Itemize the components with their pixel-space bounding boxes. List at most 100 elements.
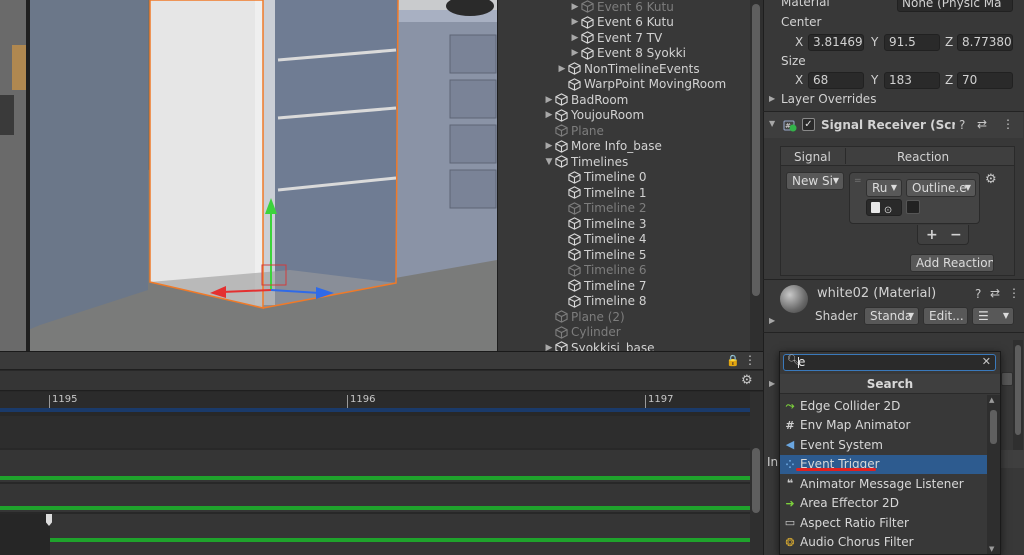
component-list-item-label: Edge Collider 2D [800,398,901,413]
remove-reaction-minus-button[interactable]: − [950,227,962,243]
help-icon[interactable]: ? [975,287,981,301]
hierarchy-item[interactable]: ▶ Event 8 Syokki [570,46,686,62]
collapsed-arrow-icon[interactable]: ▶ [570,48,580,58]
scroll-down-icon[interactable]: ▼ [989,545,994,553]
collapsed-arrow-icon[interactable]: ▶ [570,17,580,27]
component-list-item[interactable]: ❝ Animator Message Listener [780,474,987,494]
hierarchy-item[interactable]: ▶ Event 7 TV [570,30,663,46]
presets-icon[interactable]: ⇄ [990,286,1000,300]
popup-scroll-thumb[interactable] [990,410,997,444]
enabled-checkbox[interactable]: ✓ [802,118,815,131]
hierarchy-item[interactable]: ▼ Timelines [544,154,629,170]
runtime-dropdown[interactable]: Ru ▼ [866,179,902,197]
gear-icon[interactable]: ⚙ [741,373,753,388]
center-y-field[interactable]: 91.5 [884,34,940,51]
hierarchy-item[interactable]: ▶ BadRoom [544,92,629,108]
signal-dropdown[interactable]: New Si ▼ [786,172,844,190]
clear-search-icon[interactable]: ✕ [982,355,991,368]
size-y-field[interactable]: 183 [884,72,940,89]
foldout-down-icon[interactable]: ▼ [769,119,775,128]
foldout-icon[interactable]: ▶ [769,379,775,388]
hierarchy-item[interactable]: ▶Timeline 8 [557,294,646,310]
more-icon[interactable]: ⋮ [1008,286,1020,300]
edge-collider-icon: ⤳ [785,398,795,412]
hierarchy-item[interactable]: ▶ Event 6 Kutu [570,0,674,15]
component-search-input[interactable]: 🔍︎ e ✕ [783,354,996,371]
hierarchy-item[interactable]: ▶Plane [544,123,604,139]
scene-view[interactable] [0,0,497,351]
hierarchy-item[interactable]: ▶Timeline 1 [557,185,646,201]
expanded-arrow-icon[interactable]: ▼ [544,157,554,167]
presets-icon[interactable]: ⇄ [977,117,987,131]
help-icon[interactable]: ? [959,118,965,132]
hierarchy-item[interactable]: ▶ More Info_base [544,139,662,155]
inspector-background [1001,450,1024,468]
hierarchy-item[interactable]: ▶ NonTimelineEvents [557,61,700,77]
object-picker-icon[interactable]: ⊙ [884,205,892,215]
collapsed-arrow-icon[interactable]: ▶ [570,33,580,43]
track-row[interactable] [0,514,750,555]
component-list-item[interactable]: ⁘ Event Trigger [780,454,987,474]
partial-dropdown[interactable] [1001,372,1013,386]
function-dropdown[interactable]: Outline.e ▼ [906,179,976,197]
hierarchy-item-label: Timeline 1 [584,185,647,200]
add-reaction-plus-button[interactable]: + [926,227,938,243]
size-x-field[interactable]: 68 [808,72,864,89]
hierarchy-item[interactable]: ▶Timeline 6 [557,263,646,279]
material-field[interactable]: None (Physic Ma [897,0,1013,12]
component-list-item[interactable]: ◀ Event System [780,435,987,455]
collapsed-arrow-icon[interactable]: ▶ [570,2,580,12]
component-list-item[interactable]: ▭ Aspect Ratio Filter [780,513,987,533]
more-icon[interactable]: ⋮ [1002,117,1014,131]
gameobject-cube-icon [568,279,581,292]
track-row[interactable] [0,416,750,448]
hierarchy-item[interactable]: ▶Timeline 4 [557,232,646,248]
shader-options-dropdown[interactable]: ☰ ▼ [972,307,1014,325]
collapsed-arrow-icon[interactable]: ▶ [557,64,567,74]
collapsed-arrow-icon[interactable]: ▶ [544,95,554,105]
component-list-item[interactable]: ➜ Area Effector 2D [780,494,987,514]
shader-dropdown-value: Standa [870,309,913,323]
hierarchy-item[interactable]: ▶Timeline 0 [557,170,646,186]
argument-checkbox[interactable] [906,200,920,214]
hierarchy-item[interactable]: ▶Timeline 2 [557,201,646,217]
component-list-item[interactable]: # Env Map Animator [780,416,987,436]
center-z-field[interactable]: 8.773804 [957,34,1013,51]
hierarchy-item[interactable]: ▶ Syokkisi_base [544,340,654,351]
hierarchy-panel: ▶ Event 6 Kutu ▶ Event 6 Kutu ▶ Event 7 TV ▶ Ev… [497,0,763,351]
hierarchy-item[interactable]: ▶ YoujouRoom [544,108,645,124]
hierarchy-item[interactable]: ▶Cylinder [544,325,621,341]
collapsed-arrow-icon[interactable]: ▶ [544,141,554,151]
layer-overrides-chevron-icon[interactable]: ▶ [769,94,775,103]
hierarchy-item[interactable]: ▶ Event 6 Kutu [570,15,674,31]
hierarchy-item-label: Timeline 3 [584,216,647,231]
hierarchy-item[interactable]: ▶WarpPoint MovingRoom [557,77,726,93]
material-foldout-icon[interactable]: ▶ [769,316,775,325]
lock-icon[interactable]: 🔒 [726,354,740,367]
hierarchy-item[interactable]: ▶Plane (2) [544,309,625,325]
center-x-field[interactable]: 3.814697 [808,34,864,51]
hierarchy-scroll-thumb[interactable] [752,4,760,296]
gear-icon[interactable]: ⚙ [985,172,997,187]
shader-edit-button[interactable]: Edit... [923,307,968,325]
hierarchy-item-label: Timeline 0 [584,170,647,185]
scroll-up-icon[interactable]: ▲ [989,396,994,404]
hierarchy-item[interactable]: ▶Timeline 3 [557,216,646,232]
hierarchy-item[interactable]: ▶Timeline 7 [557,278,646,294]
size-z-field[interactable]: 70 [957,72,1013,89]
collapsed-arrow-icon[interactable]: ▶ [544,110,554,120]
layer-overrides-label[interactable]: Layer Overrides [781,92,876,106]
inspector-scroll-thumb[interactable] [1015,345,1021,435]
track-clip-bar [50,538,750,542]
hierarchy-item[interactable]: ▶Timeline 5 [557,247,646,263]
collapsed-arrow-icon[interactable]: ▶ [544,343,554,351]
shader-dropdown[interactable]: Standa ▼ [864,307,919,325]
gameobject-cube-icon [555,109,568,122]
add-reaction-button[interactable]: Add Reaction [910,254,994,272]
drag-handle-icon[interactable]: = [854,176,862,186]
component-list-item[interactable]: ❂ Audio Chorus Filter [780,533,987,553]
object-field[interactable]: ⊙ [866,199,902,216]
more-icon[interactable]: ⋮ [744,353,756,367]
component-list-item[interactable]: ⤳ Edge Collider 2D [780,396,987,416]
timeline-scroll-thumb[interactable] [752,448,760,513]
